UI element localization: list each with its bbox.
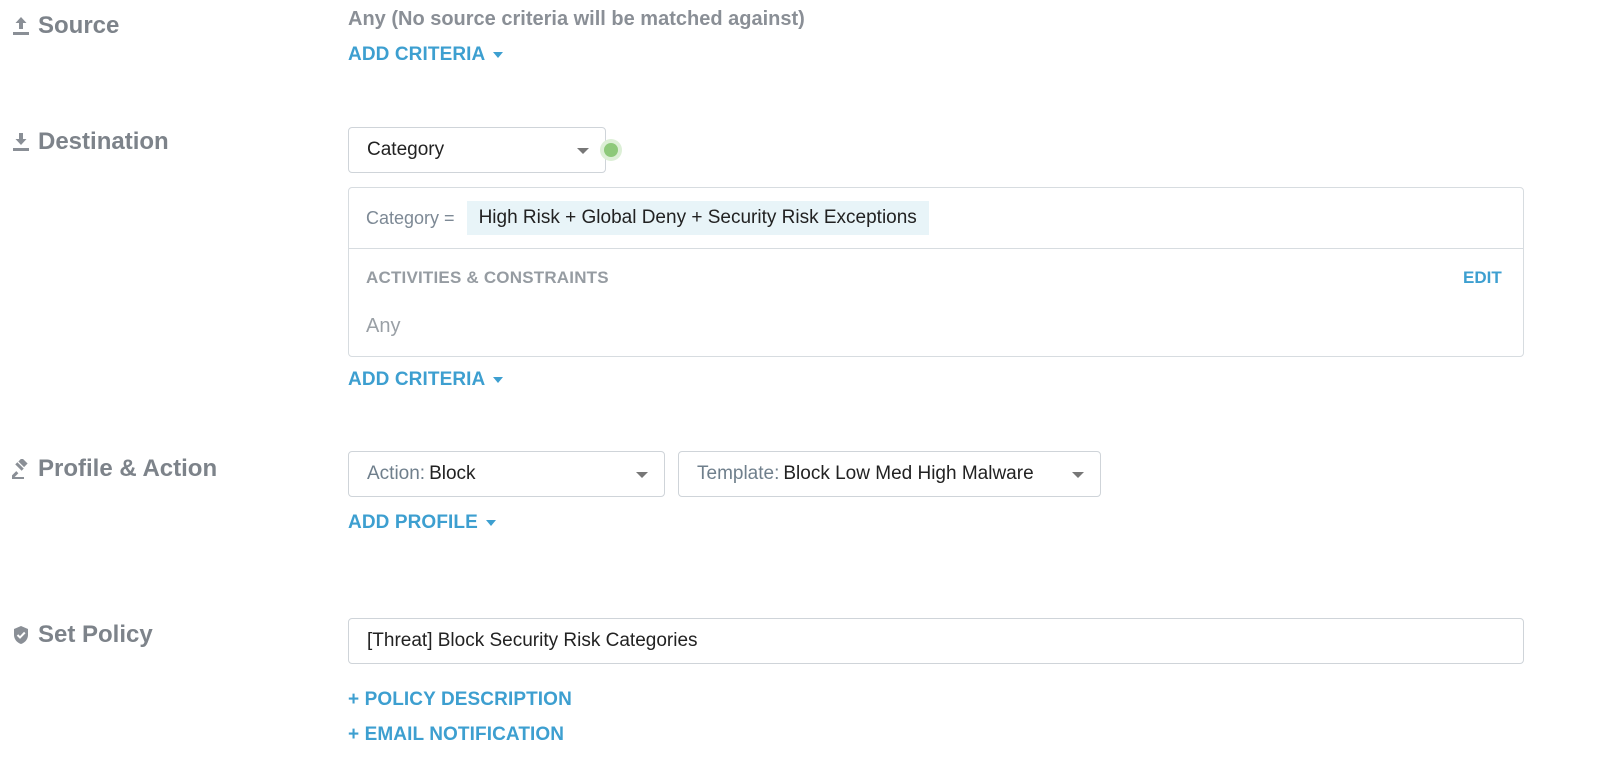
source-add-criteria-button[interactable]: ADD CRITERIA bbox=[348, 44, 504, 66]
destination-add-criteria-button[interactable]: ADD CRITERIA bbox=[348, 369, 504, 391]
policy-name-value: [Threat] Block Security Risk Categories bbox=[367, 630, 698, 651]
category-value-chip[interactable]: High Risk + Global Deny + Security Risk … bbox=[466, 201, 929, 235]
action-value: Block bbox=[429, 463, 476, 484]
set-policy-label: Set Policy bbox=[38, 621, 153, 648]
panel-divider bbox=[349, 248, 1523, 249]
destination-label: Destination bbox=[38, 128, 169, 155]
category-key: Category = bbox=[366, 207, 455, 228]
template-value: Block Low Med High Malware bbox=[783, 463, 1034, 484]
destination-add-criteria-label: ADD CRITERIA bbox=[348, 369, 486, 390]
chevron-down-icon bbox=[636, 472, 648, 478]
source-value-text: Any (No source criteria will be matched … bbox=[348, 8, 805, 30]
source-label: Source bbox=[38, 12, 120, 39]
policy-description-link[interactable]: + POLICY DESCRIPTION bbox=[348, 689, 572, 711]
source-section-label: Source bbox=[12, 12, 119, 40]
gavel-icon bbox=[12, 458, 30, 480]
policy-name-input[interactable]: [Threat] Block Security Risk Categories bbox=[348, 618, 1524, 664]
destination-type-value: Category bbox=[367, 139, 445, 160]
activities-value: Any bbox=[366, 315, 401, 337]
chevron-down-icon bbox=[1072, 472, 1084, 478]
action-key: Action: bbox=[367, 463, 426, 484]
add-profile-label: ADD PROFILE bbox=[348, 512, 478, 533]
chevron-down-icon bbox=[493, 377, 504, 383]
template-select[interactable]: Template: Block Low Med High Malware bbox=[678, 451, 1101, 497]
chevron-down-icon bbox=[493, 52, 504, 58]
add-profile-button[interactable]: ADD PROFILE bbox=[348, 512, 496, 534]
download-icon bbox=[12, 131, 30, 153]
destination-type-select[interactable]: Category bbox=[348, 127, 606, 173]
upload-icon bbox=[12, 15, 30, 37]
activities-edit-button[interactable]: EDIT bbox=[1463, 268, 1502, 288]
template-key: Template: bbox=[697, 463, 780, 484]
destination-section-label: Destination bbox=[12, 128, 169, 156]
chevron-down-icon bbox=[577, 148, 589, 154]
action-select[interactable]: Action: Block bbox=[348, 451, 665, 497]
source-add-criteria-label: ADD CRITERIA bbox=[348, 44, 486, 65]
chevron-down-icon bbox=[485, 520, 496, 526]
activities-constraints-heading: ACTIVITIES & CONSTRAINTS bbox=[366, 268, 609, 287]
status-indicator bbox=[600, 139, 622, 161]
category-criteria-line[interactable]: Category = High Risk + Global Deny + Sec… bbox=[366, 201, 929, 235]
profile-action-section-label: Profile & Action bbox=[12, 455, 217, 483]
email-notification-link[interactable]: + EMAIL NOTIFICATION bbox=[348, 724, 564, 746]
shield-check-icon bbox=[12, 624, 30, 646]
set-policy-section-label: Set Policy bbox=[12, 621, 153, 649]
profile-action-label: Profile & Action bbox=[38, 455, 218, 482]
